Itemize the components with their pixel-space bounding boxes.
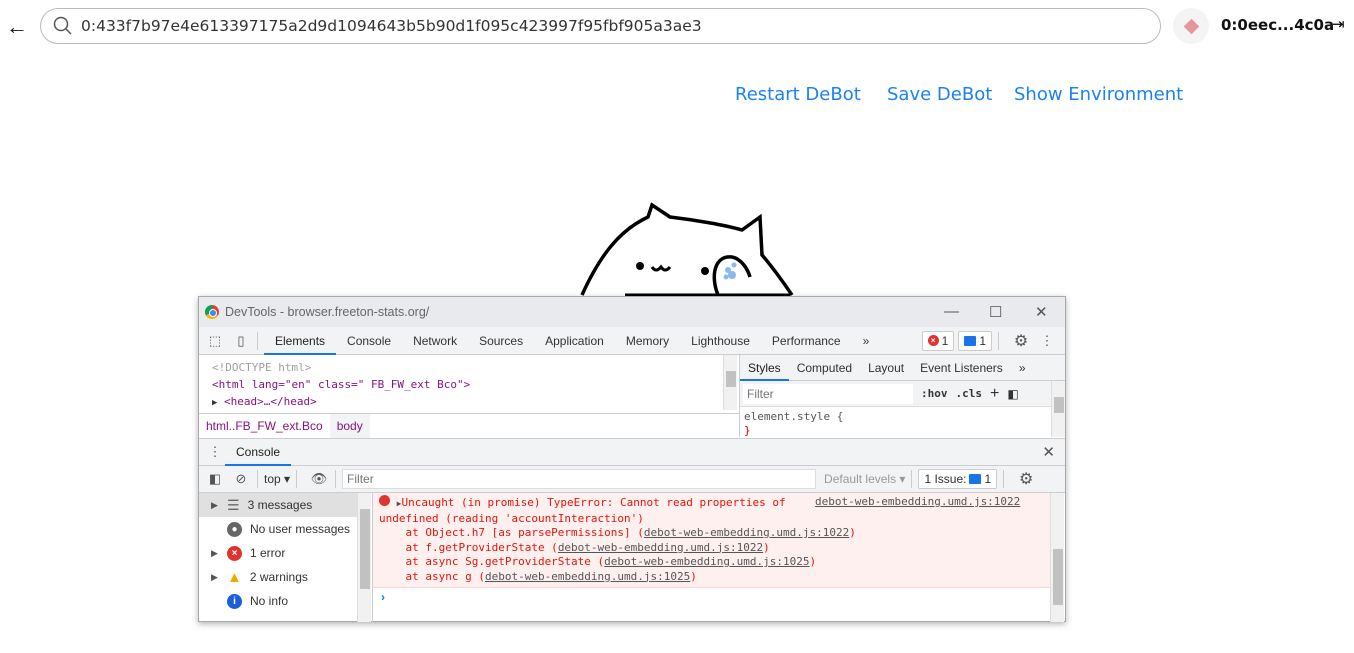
- tab-application[interactable]: Application: [534, 327, 615, 355]
- settings-icon[interactable]: ⚙: [1011, 331, 1031, 351]
- new-rule-button[interactable]: +: [990, 385, 999, 403]
- head-node[interactable]: ▶ <head>…</head>: [212, 393, 739, 412]
- drawer-menu-icon[interactable]: ⋮: [205, 444, 225, 460]
- stack-link[interactable]: debot-web-embedding.umd.js:1025: [604, 555, 809, 568]
- elements-scrollbar[interactable]: [723, 355, 737, 410]
- error-source-link[interactable]: debot-web-embedding.umd.js:1022: [815, 495, 1020, 510]
- more-tabs-button[interactable]: »: [852, 327, 881, 355]
- maximize-button[interactable]: ☐: [989, 303, 1002, 321]
- list-icon: ☰: [227, 496, 240, 513]
- chrome-icon: [205, 305, 219, 319]
- cat-image: [580, 202, 794, 297]
- sidebar-item-errors[interactable]: ▶ × 1 error: [199, 541, 372, 565]
- styles-scrollbar[interactable]: [1051, 381, 1065, 437]
- tab-memory[interactable]: Memory: [615, 327, 680, 355]
- styles-pane: Styles Computed Layout Event Listeners »…: [739, 355, 1065, 437]
- console-prompt[interactable]: ›: [373, 588, 1050, 606]
- devtools-titlebar: DevTools - browser.freeton-stats.org/ — …: [199, 297, 1065, 327]
- show-sidebar-icon[interactable]: ◧: [205, 471, 225, 487]
- address-input[interactable]: [81, 17, 1131, 35]
- close-window-button[interactable]: ✕: [1035, 303, 1048, 321]
- drawer-tab-console[interactable]: Console: [225, 439, 292, 466]
- back-button[interactable]: ←: [6, 14, 28, 40]
- save-debot-link[interactable]: Save DeBot: [887, 84, 992, 105]
- tab-lighthouse[interactable]: Lighthouse: [680, 327, 761, 355]
- tab-layout[interactable]: Layout: [860, 355, 912, 381]
- address-bar[interactable]: [40, 8, 1161, 44]
- more-styles-tabs[interactable]: »: [1011, 354, 1034, 382]
- account-avatar[interactable]: [1173, 8, 1209, 44]
- sidebar-item-user-messages[interactable]: ● No user messages: [199, 517, 372, 541]
- html-node[interactable]: <html lang="en" class=" FB_FW_ext Bco">: [212, 376, 739, 393]
- clear-console-icon[interactable]: ⊘: [231, 471, 251, 487]
- warning-icon: ▲: [227, 568, 242, 586]
- log-levels-dropdown[interactable]: Default levels ▾: [824, 472, 905, 486]
- minimize-button[interactable]: —: [944, 303, 959, 320]
- tab-computed[interactable]: Computed: [789, 355, 860, 381]
- breadcrumb-body[interactable]: body: [329, 413, 370, 439]
- error-message: ▶Uncaught (in promise) TypeError: Cannot…: [373, 493, 1050, 588]
- drawer-header: ⋮ Console ✕: [199, 438, 1065, 466]
- console-settings-icon[interactable]: ⚙: [1016, 469, 1036, 489]
- issues-button[interactable]: 1 Issue: 1: [918, 469, 998, 489]
- error-icon: ×: [927, 335, 939, 346]
- console-sidebar: ▶ ☰ 3 messages ● No user messages ▶ × 1 error…: [199, 493, 373, 622]
- hov-button[interactable]: :hov: [921, 387, 948, 400]
- tab-sources[interactable]: Sources: [468, 327, 534, 355]
- sidebar-scrollbar[interactable]: [357, 493, 371, 622]
- search-icon: [53, 16, 72, 35]
- user-icon: ●: [227, 521, 242, 537]
- tab-performance[interactable]: Performance: [761, 327, 852, 355]
- message-icon: [964, 335, 977, 346]
- account-address[interactable]: 0:0eec...4c0a: [1221, 16, 1334, 34]
- tab-event-listeners[interactable]: Event Listeners: [912, 355, 1011, 381]
- context-selector[interactable]: top ▾: [264, 472, 290, 486]
- console-messages: ▶Uncaught (in promise) TypeError: Cannot…: [373, 493, 1050, 622]
- stack-link[interactable]: debot-web-embedding.umd.js:1022: [558, 541, 763, 554]
- inspect-icon[interactable]: ⬚: [205, 333, 225, 349]
- device-toolbar-icon[interactable]: ▯: [231, 333, 251, 349]
- message-icon: [969, 474, 982, 484]
- tab-styles[interactable]: Styles: [740, 355, 789, 381]
- elements-tree: <!DOCTYPE html> <html lang="en" class=" …: [199, 355, 739, 410]
- toggle-sidebar-icon[interactable]: ◧: [1007, 387, 1018, 401]
- live-expression-eye-icon[interactable]: 👁: [309, 471, 329, 487]
- breadcrumb: html..FB_FW_ext.Bco body: [199, 413, 739, 439]
- tab-elements[interactable]: Elements: [264, 327, 337, 355]
- tab-console[interactable]: Console: [336, 327, 402, 355]
- devtools-title: DevTools - browser.freeton-stats.org/: [225, 305, 430, 319]
- breadcrumb-html[interactable]: html..FB_FW_ext.Bco: [199, 419, 330, 433]
- error-icon: ×: [227, 545, 242, 561]
- show-environment-link[interactable]: Show Environment: [1014, 84, 1183, 105]
- console-toolbar: ◧ ⊘ top ▾ 👁 Default levels ▾ 1 Issue:1 ⚙: [199, 466, 1065, 493]
- stack-link[interactable]: debot-web-embedding.umd.js:1022: [644, 526, 849, 539]
- element-style-rule[interactable]: element.style {: [744, 410, 1061, 424]
- tab-network[interactable]: Network: [402, 327, 468, 355]
- message-count-badge[interactable]: 1: [958, 330, 992, 351]
- styles-filter-input[interactable]: [743, 383, 913, 404]
- sidebar-item-info[interactable]: i No info: [199, 589, 372, 613]
- error-count-badge[interactable]: × 1: [921, 330, 955, 351]
- console-scrollbar[interactable]: [1050, 493, 1064, 622]
- devtools-window: DevTools - browser.freeton-stats.org/ — …: [198, 296, 1066, 622]
- diamond-icon: [1183, 18, 1199, 34]
- stack-link[interactable]: debot-web-embedding.umd.js:1025: [485, 570, 690, 583]
- sidebar-item-messages[interactable]: ▶ ☰ 3 messages: [199, 493, 357, 517]
- devtools-tabbar: ⬚ ▯ Elements Console Network Sources App…: [199, 327, 1065, 355]
- close-drawer-icon[interactable]: ✕: [1042, 443, 1055, 461]
- more-options-icon[interactable]: ⋮: [1037, 333, 1057, 349]
- logout-icon[interactable]: ⇥: [1332, 15, 1345, 33]
- doctype-node[interactable]: <!DOCTYPE html>: [212, 359, 739, 376]
- cls-button[interactable]: .cls: [956, 387, 983, 400]
- console-filter-input[interactable]: [342, 469, 817, 489]
- info-icon: i: [227, 593, 242, 609]
- sidebar-item-warnings[interactable]: ▶ ▲ 2 warnings: [199, 565, 372, 589]
- error-icon: [379, 495, 390, 506]
- restart-debot-link[interactable]: Restart DeBot: [735, 84, 861, 105]
